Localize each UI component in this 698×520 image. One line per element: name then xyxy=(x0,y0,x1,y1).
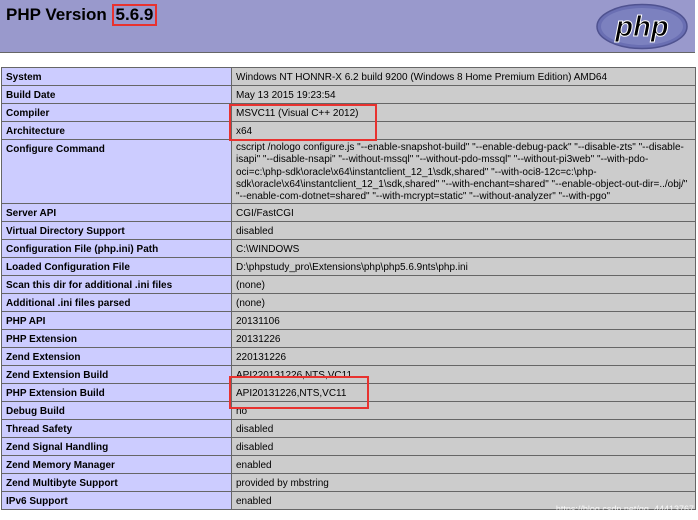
info-key: Architecture xyxy=(1,121,232,140)
info-value: no xyxy=(231,401,696,421)
info-row: Loaded Configuration File D:\phpstudy_pro… xyxy=(1,257,696,277)
info-row: Zend Extension Build API220131226,NTS,VC1… xyxy=(1,365,696,385)
info-key: Zend Extension Build xyxy=(1,365,232,385)
info-value: cscript /nologo configure.js "--enable-s… xyxy=(231,138,696,205)
info-value: API20131226,NTS,VC11 xyxy=(231,383,696,403)
info-value: Windows NT HONNR-X 6.2 build 9200 (Windo… xyxy=(231,67,696,86)
info-key: PHP Extension xyxy=(1,329,232,349)
info-key: Zend Extension xyxy=(1,347,232,367)
system-info-body: System Windows NT HONNR-X 6.2 build 9200 … xyxy=(1,67,696,511)
info-value: disabled xyxy=(231,221,696,241)
info-key: Thread Safety xyxy=(1,419,232,439)
info-key: Configuration File (php.ini) Path xyxy=(1,239,232,259)
info-value: C:\WINDOWS xyxy=(231,239,696,259)
info-key: Zend Signal Handling xyxy=(1,437,232,457)
info-value: disabled xyxy=(231,437,696,457)
info-key: Scan this dir for additional .ini files xyxy=(1,275,232,295)
info-row: Zend Extension 220131226 xyxy=(1,347,696,367)
info-row: Scan this dir for additional .ini files(… xyxy=(1,275,696,295)
watermark: https://blog.csdn.net/qq_44413767 xyxy=(555,504,694,514)
info-value: 20131226 xyxy=(231,329,696,349)
info-value: disabled xyxy=(231,419,696,439)
info-key: IPv6 Support xyxy=(1,491,232,511)
info-key: Zend Multibyte Support xyxy=(1,473,232,493)
info-key: Compiler xyxy=(1,103,232,122)
info-row: PHP Extension Build API20131226,NTS,VC11 xyxy=(1,383,696,403)
info-value: D:\phpstudy_pro\Extensions\php\php5.6.9n… xyxy=(231,257,696,277)
info-value: (none) xyxy=(231,275,696,295)
info-key: Build Date xyxy=(1,85,232,104)
info-row: System Windows NT HONNR-X 6.2 build 9200 … xyxy=(1,67,696,86)
info-key: Debug Build xyxy=(1,401,232,421)
info-row: Zend Memory Manager enabled xyxy=(1,455,696,475)
info-value: 20131106 xyxy=(231,311,696,331)
php-version: 5.6.9 xyxy=(111,4,158,26)
logo-text: php xyxy=(614,11,668,43)
info-value: May 13 2015 19:23:54 xyxy=(231,85,696,104)
info-value: API220131226,NTS,VC11 xyxy=(231,365,696,385)
info-row: Virtual Directory Support disabled xyxy=(1,221,696,241)
info-value: 220131226 xyxy=(231,347,696,367)
info-key: PHP API xyxy=(1,311,232,331)
info-key: System xyxy=(1,67,232,86)
info-row: Server API CGI/FastCGI xyxy=(1,203,696,223)
info-value: MSVC11 (Visual C++ 2012) xyxy=(231,103,696,122)
info-value: CGI/FastCGI xyxy=(231,203,696,223)
system-info-table: System Windows NT HONNR-X 6.2 build 9200 … xyxy=(1,67,696,511)
info-row: Configure Command cscript /nologo configu… xyxy=(1,138,696,205)
info-row: Thread Safety disabled xyxy=(1,419,696,439)
title-prefix: PHP Version xyxy=(6,5,112,24)
info-row: PHP Extension 20131226 xyxy=(1,329,696,349)
info-value: provided by mbstring xyxy=(231,473,696,493)
info-row: Compiler MSVC11 (Visual C++ 2012) xyxy=(1,103,696,122)
php-logo[interactable]: php xyxy=(595,3,689,50)
info-key: Server API xyxy=(1,203,232,223)
info-key: Configure Command xyxy=(1,138,232,205)
page-header: PHP Version 5.6.9 php xyxy=(0,0,695,53)
info-row: PHP API 20131106 xyxy=(1,311,696,331)
info-value: x64 xyxy=(231,121,696,140)
php-logo-icon: php xyxy=(596,3,688,50)
page-title: PHP Version 5.6.9 xyxy=(6,4,158,26)
info-row: Debug Build no xyxy=(1,401,696,421)
info-row: Architecture x64 xyxy=(1,121,696,140)
info-row: Zend Multibyte Support provided by mbstri… xyxy=(1,473,696,493)
info-key: Additional .ini files parsed xyxy=(1,293,232,313)
info-key: Virtual Directory Support xyxy=(1,221,232,241)
info-key: PHP Extension Build xyxy=(1,383,232,403)
info-row: Additional .ini files parsed (none) xyxy=(1,293,696,313)
info-row: Zend Signal Handling disabled xyxy=(1,437,696,457)
info-key: Loaded Configuration File xyxy=(1,257,232,277)
info-value: (none) xyxy=(231,293,696,313)
info-value: enabled xyxy=(231,455,696,475)
info-row: Build Date May 13 2015 19:23:54 xyxy=(1,85,696,104)
info-key: Zend Memory Manager xyxy=(1,455,232,475)
info-row: Configuration File (php.ini) Path C:\WIND… xyxy=(1,239,696,259)
